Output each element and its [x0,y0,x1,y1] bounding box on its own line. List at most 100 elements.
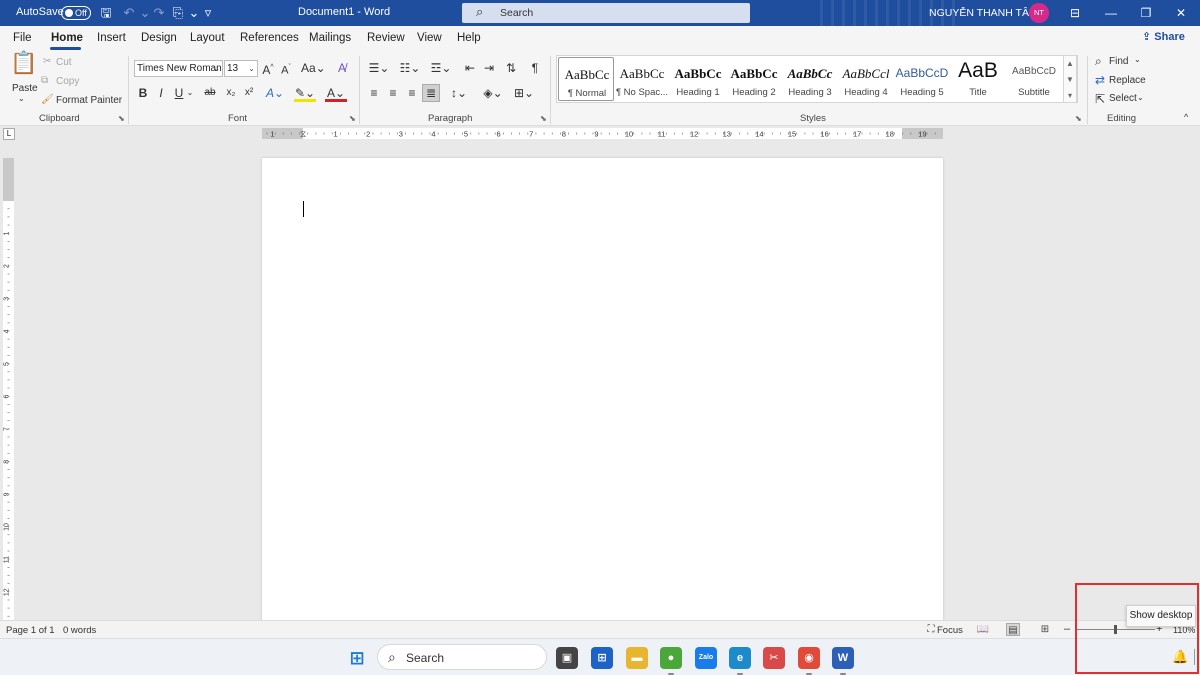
cut-label[interactable]: Cut [56,57,72,68]
avatar[interactable]: NT [1029,3,1049,23]
shading-icon[interactable]: ◈⌄ [480,85,506,101]
save-icon[interactable]: 🖫 [98,5,114,21]
subscript-icon[interactable]: x₂ [224,85,238,101]
zalo-icon[interactable]: Zalo [695,647,717,669]
close-button[interactable]: ✕ [1163,0,1199,26]
tab-help[interactable]: Help [457,32,481,44]
coccoc-icon[interactable]: ● [660,647,682,669]
italic-icon[interactable]: I [155,85,167,101]
horizontal-ruler[interactable]: 1 1 2 3 4 5 6 7 8 9 10 11 12 13 14 15 16 17 18 19 ⧖ [262,128,943,139]
increase-indent-icon[interactable]: ⇥ [481,60,497,76]
cut-icon[interactable]: ✂ [43,56,51,67]
style-heading-1[interactable]: AaBbCc Heading 1 [670,57,726,101]
text-effects-icon[interactable]: A⌄ [264,85,286,101]
paste-label[interactable]: Paste [12,83,38,94]
justify-icon[interactable]: ≣ [422,84,440,102]
redo-icon[interactable]: ↷ [151,5,167,21]
new-file-icon[interactable]: ⎘ [170,5,186,21]
customize-toolbar-icon[interactable]: ▿ [200,5,216,21]
restore-button[interactable]: ❐ [1128,0,1164,26]
scroll-down-icon[interactable]: ▼ [1064,72,1076,88]
font-color-icon[interactable]: A⌄ [325,85,347,102]
ribbon-display-options-icon[interactable]: ⊟ [1057,0,1093,26]
decrease-indent-icon[interactable]: ⇤ [462,60,478,76]
collapse-ribbon-icon[interactable]: ^ [1184,112,1188,122]
sort-icon[interactable]: ⇅ [503,60,519,76]
focus-icon[interactable]: ⛶ [924,623,938,636]
find-label[interactable]: Find [1109,56,1128,67]
replace-label[interactable]: Replace [1109,75,1146,86]
style-heading-4[interactable]: AaBbCcl Heading 4 [838,57,894,101]
undo-icon[interactable]: ↶ [121,5,137,21]
minimize-button[interactable]: — [1093,0,1129,26]
bullets-icon[interactable]: ☰⌄ [366,60,392,76]
multilevel-list-icon[interactable]: ☲⌄ [428,60,454,76]
font-name-combo[interactable]: Times New Roman ⌄ [134,60,223,77]
microsoft-store-icon[interactable]: ⊞ [591,647,613,669]
clipboard-launcher-icon[interactable]: ⬊ [118,114,125,123]
tab-layout[interactable]: Layout [190,32,225,44]
vertical-ruler[interactable]: 1123456789101112 [3,158,14,620]
line-spacing-icon[interactable]: ↕⌄ [446,85,472,101]
numbering-icon[interactable]: ☷⌄ [397,60,423,76]
windows-start-icon[interactable]: ⊞ [346,647,368,669]
select-label[interactable]: Select [1109,93,1137,104]
document-page[interactable] [262,158,943,620]
font-size-combo[interactable]: 13 ⌄ [224,60,258,77]
align-left-icon[interactable]: ≡ [366,85,382,101]
file-explorer-icon[interactable]: ▬ [626,647,648,669]
grow-font-icon[interactable]: A^ [261,60,275,78]
chrome-icon[interactable]: ◉ [798,647,820,669]
tab-mailings[interactable]: Mailings [309,32,351,44]
superscript-icon[interactable]: x² [242,85,256,101]
format-painter-label[interactable]: Format Painter [56,95,122,106]
word-icon[interactable]: W [832,647,854,669]
tab-file[interactable]: File [13,32,32,44]
zoom-out-button[interactable]: – [1064,623,1070,635]
user-name[interactable]: NGUYỄN THANH TÂM [929,7,1038,19]
show-paragraph-marks-icon[interactable]: ¶ [527,60,543,76]
indent-marker[interactable]: ⧖ [300,129,306,139]
paragraph-launcher-icon[interactable]: ⬊ [540,114,547,123]
borders-icon[interactable]: ⊞⌄ [510,85,538,101]
clear-formatting-icon[interactable]: A̸ [334,60,350,76]
select-dropdown-icon[interactable]: ⌄ [1137,93,1144,102]
style-no-spacing[interactable]: AaBbCc ¶ No Spac... [614,57,670,101]
strikethrough-icon[interactable]: ab [202,85,218,101]
change-case-icon[interactable]: Aa⌄ [301,60,326,76]
highlight-color-icon[interactable]: ✎⌄ [294,85,316,102]
focus-label[interactable]: Focus [937,625,963,636]
more-styles-icon[interactable]: ▾ [1064,88,1076,104]
tab-insert[interactable]: Insert [97,32,126,44]
tab-home[interactable]: Home [51,32,83,44]
shrink-font-icon[interactable]: Aˇ [279,60,293,79]
word-count[interactable]: 0 words [63,625,96,636]
search-box[interactable]: ⌕ Search [462,3,750,23]
paste-icon[interactable]: 📋 [10,52,37,81]
tab-selector-icon[interactable]: L [3,128,15,140]
scroll-up-icon[interactable]: ▲ [1064,56,1076,72]
web-layout-icon[interactable]: ⊞ [1038,623,1052,636]
task-view-icon[interactable]: ▣ [556,647,578,669]
style-title[interactable]: AaB Title [950,57,1006,101]
edge-icon[interactable]: e [729,647,751,669]
print-layout-icon[interactable]: ▤ [1006,623,1020,636]
underline-icon[interactable]: U [173,85,185,101]
format-painter-icon[interactable]: 🖌 [41,94,54,105]
snip-icon[interactable]: ✂ [763,647,785,669]
copy-label[interactable]: Copy [56,76,79,87]
replace-icon[interactable]: ⇄ [1095,73,1105,87]
select-icon[interactable]: ⇱ [1095,92,1105,106]
align-center-icon[interactable]: ≡ [385,85,401,101]
styles-launcher-icon[interactable]: ⬊ [1075,114,1082,123]
page-count[interactable]: Page 1 of 1 [6,625,55,636]
style-heading-2[interactable]: AaBbCc Heading 2 [726,57,782,101]
tab-review[interactable]: Review [367,32,405,44]
read-mode-icon[interactable]: 📖 [976,623,990,636]
taskbar-search[interactable]: ⌕ Search [377,644,547,670]
find-dropdown-icon[interactable]: ⌄ [1134,55,1141,64]
autosave-toggle[interactable]: Off [61,6,91,20]
tab-view[interactable]: View [417,32,442,44]
tab-design[interactable]: Design [141,32,177,44]
style-heading-3[interactable]: AaBbCc Heading 3 [782,57,838,101]
